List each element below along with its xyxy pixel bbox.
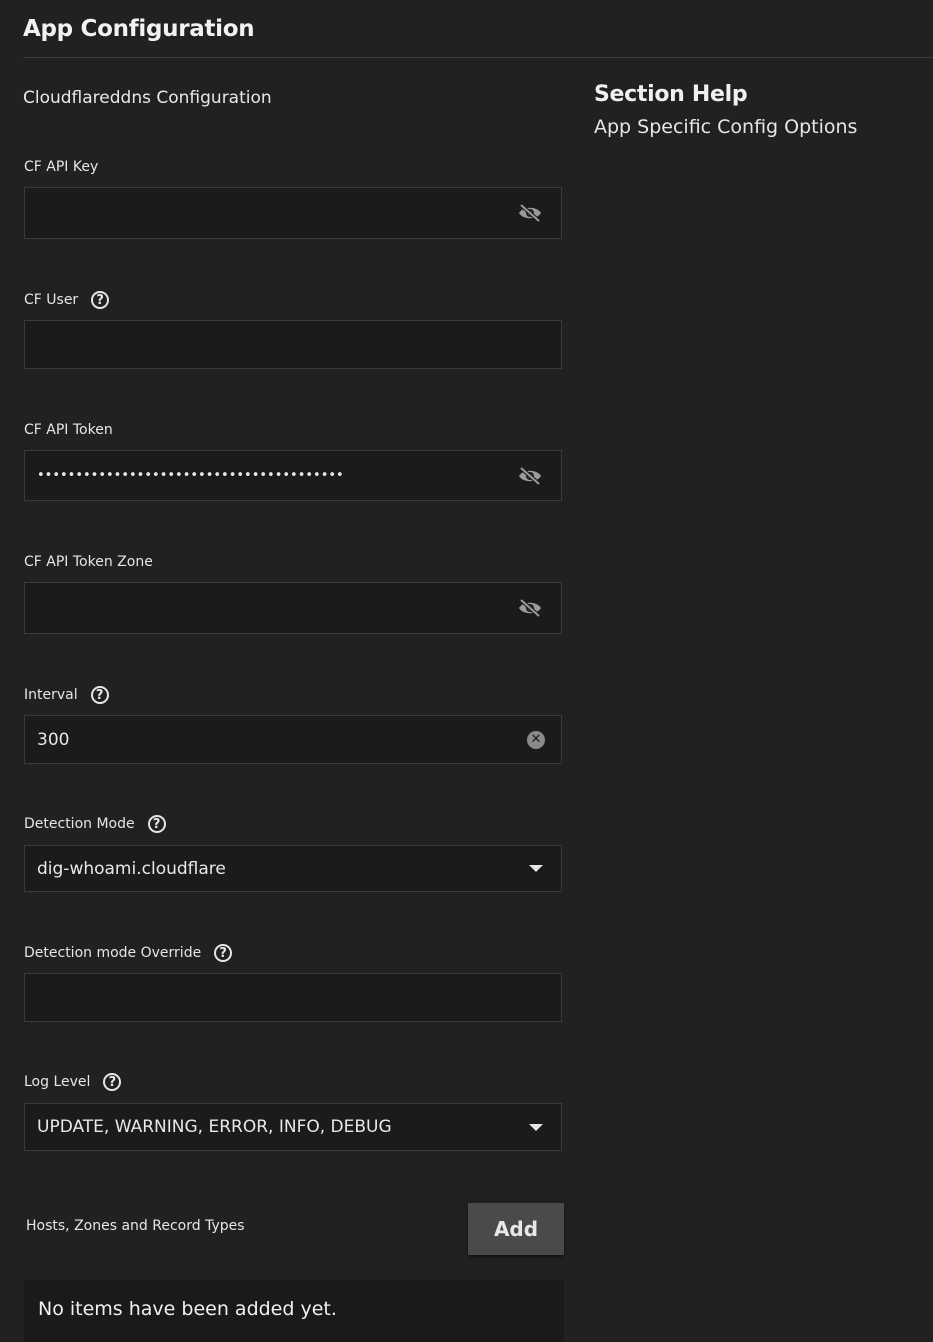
section-help-panel: Section Help App Specific Config Options: [594, 82, 857, 138]
add-host-button[interactable]: Add: [468, 1203, 564, 1255]
eye-off-icon[interactable]: [517, 466, 543, 486]
cf-api-key-label-text: CF API Key: [24, 159, 99, 175]
cf-api-token-field[interactable]: [24, 450, 562, 501]
detection-mode-value: dig-whoami.cloudflare: [37, 858, 226, 879]
cf-api-key-label: CF API Key: [24, 156, 98, 178]
cf-api-token-zone-label-text: CF API Token Zone: [24, 554, 153, 570]
help-circle-icon[interactable]: ?: [91, 291, 110, 309]
help-circle-icon[interactable]: ?: [90, 686, 109, 704]
section-help-title: Section Help: [594, 82, 748, 107]
cf-api-token-input[interactable]: [37, 468, 517, 483]
interval-label-text: Interval: [24, 687, 78, 703]
log-level-label-text: Log Level: [24, 1074, 91, 1090]
detection-mode-override-input[interactable]: [37, 987, 549, 1008]
cf-user-label-text: CF User: [24, 292, 79, 308]
cf-api-key-input[interactable]: [37, 203, 517, 223]
detection-mode-select[interactable]: dig-whoami.cloudflare: [24, 845, 562, 892]
eye-off-icon[interactable]: [517, 598, 543, 618]
log-level-label: Log Level ?: [24, 1071, 122, 1093]
chevron-down-icon[interactable]: [529, 865, 543, 872]
hosts-empty-panel: No items have been added yet.: [24, 1280, 564, 1342]
log-level-select[interactable]: UPDATE, WARNING, ERROR, INFO, DEBUG: [24, 1103, 562, 1151]
interval-input[interactable]: [37, 729, 527, 750]
detection-mode-label: Detection Mode ?: [24, 813, 166, 835]
cf-api-token-label-text: CF API Token: [24, 422, 113, 438]
chevron-down-icon[interactable]: [529, 1123, 543, 1131]
hosts-list-label: Hosts, Zones and Record Types: [26, 1218, 245, 1234]
eye-off-icon[interactable]: [517, 203, 543, 223]
detection-mode-override-label-text: Detection mode Override: [24, 945, 202, 961]
hosts-empty-text: No items have been added yet.: [38, 1298, 337, 1320]
cf-user-input[interactable]: [37, 334, 549, 355]
title-divider: [23, 57, 933, 58]
detection-mode-override-label: Detection mode Override ?: [24, 942, 233, 964]
interval-label: Interval ?: [24, 684, 109, 706]
cf-api-key-field[interactable]: [24, 187, 562, 239]
help-circle-icon[interactable]: ?: [103, 1073, 122, 1091]
page-title: App Configuration: [23, 16, 255, 42]
log-level-value: UPDATE, WARNING, ERROR, INFO, DEBUG: [37, 1117, 392, 1137]
section-help-text: App Specific Config Options: [594, 116, 858, 138]
cf-api-token-zone-input[interactable]: [37, 598, 517, 618]
help-circle-icon[interactable]: ?: [147, 815, 166, 833]
section-title: Cloudflareddns Configuration: [23, 88, 272, 108]
clear-icon[interactable]: ✕: [527, 730, 545, 749]
detection-mode-override-field[interactable]: [24, 973, 562, 1022]
detection-mode-label-text: Detection Mode: [24, 816, 135, 832]
help-circle-icon[interactable]: ?: [214, 944, 233, 962]
cf-api-token-label: CF API Token: [24, 419, 113, 441]
cf-api-token-zone-label: CF API Token Zone: [24, 551, 153, 573]
cf-user-label: CF User ?: [24, 289, 110, 311]
interval-field[interactable]: ✕: [24, 715, 562, 764]
cf-api-token-zone-field[interactable]: [24, 582, 562, 634]
cf-user-field[interactable]: [24, 320, 562, 369]
